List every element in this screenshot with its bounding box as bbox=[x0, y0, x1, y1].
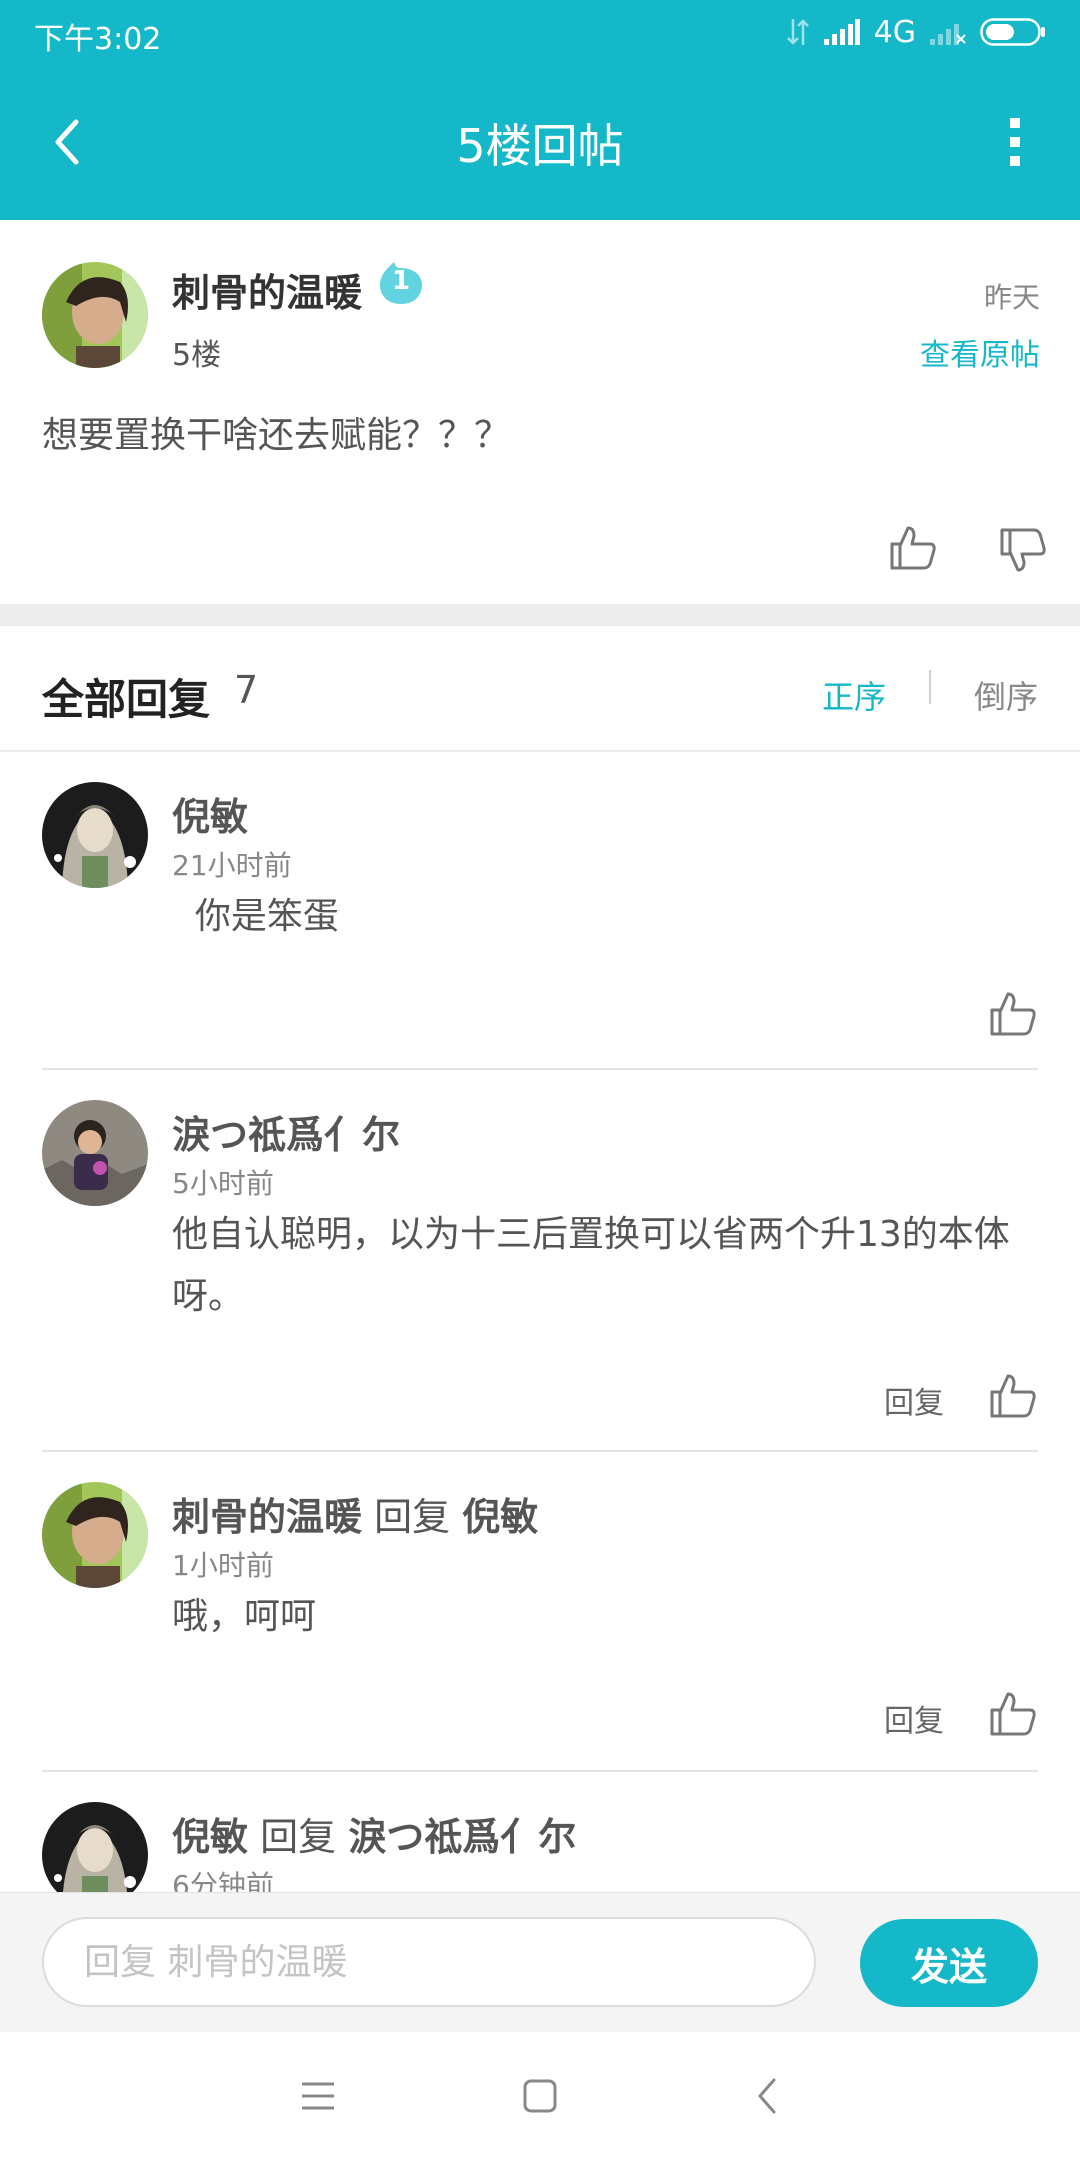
status-time: 下午3:02 bbox=[34, 22, 162, 57]
post-author-name[interactable]: 刺骨的温暖 bbox=[172, 262, 362, 317]
reply-item: 倪敏 21小时前 你是笨蛋 bbox=[0, 752, 1080, 1070]
level-number: 1 bbox=[391, 266, 411, 296]
thumbs-up-icon[interactable] bbox=[988, 1370, 1038, 1420]
reply-item: 倪敏 回复 淚つ祗爲亻尔 6分钟前 bbox=[0, 1772, 1080, 1892]
post-content: 想要置换干啥还去赋能？？？ bbox=[42, 415, 511, 456]
reply-button[interactable]: 回复 bbox=[884, 1378, 944, 1422]
data-transfer-icon bbox=[786, 19, 809, 45]
view-original-link[interactable]: 查看原帖 bbox=[920, 330, 1040, 374]
reply-author-avatar[interactable] bbox=[42, 1482, 148, 1588]
reply-item: 刺骨的温暖 回复 倪敏 1小时前 哦，呵呵 回复 bbox=[0, 1452, 1080, 1772]
reply-author-name[interactable]: 倪敏 bbox=[172, 786, 248, 841]
reply-author-avatar[interactable] bbox=[42, 1802, 148, 1892]
status-icons: 4G bbox=[786, 12, 1046, 52]
sort-divider bbox=[929, 670, 931, 704]
replies-count: 7 bbox=[234, 668, 259, 712]
replies-header: 全部回复 7 正序 倒序 bbox=[0, 626, 1080, 750]
reply-time: 1小时前 bbox=[172, 1549, 274, 1582]
post-floor: 5楼 bbox=[172, 338, 222, 373]
reply-author-name[interactable]: 淚つ祗爲亻尔 bbox=[172, 1104, 400, 1159]
reply-text: 你是笨蛋 bbox=[172, 896, 339, 937]
reply-author-name[interactable]: 倪敏 回复 淚つ祗爲亻尔 bbox=[172, 1806, 576, 1861]
back-icon[interactable] bbox=[738, 2066, 798, 2126]
replies-title: 全部回复 bbox=[42, 675, 211, 724]
thumbs-up-icon[interactable] bbox=[988, 988, 1038, 1038]
reply-author-avatar[interactable] bbox=[42, 1100, 148, 1206]
home-icon[interactable] bbox=[510, 2066, 570, 2126]
more-menu-icon[interactable] bbox=[990, 112, 1040, 172]
reply-composer: 发送 bbox=[0, 1892, 1080, 2033]
sort-ascending-button[interactable]: 正序 bbox=[822, 672, 886, 718]
thumbs-up-icon[interactable] bbox=[988, 1688, 1038, 1738]
page-title: 5楼回帖 bbox=[456, 119, 624, 173]
reply-input[interactable] bbox=[42, 1917, 816, 2007]
system-navigation-bar bbox=[0, 2032, 1080, 2160]
reply-time: 5小时前 bbox=[172, 1167, 274, 1200]
network-type: 4G bbox=[873, 14, 916, 50]
post-author-avatar[interactable] bbox=[42, 262, 148, 368]
signal-off-icon bbox=[930, 24, 966, 45]
thumbs-down-icon[interactable] bbox=[998, 526, 1048, 576]
original-post: 刺骨的温暖 1 5楼 昨天 查看原帖 想要置换干啥还去赋能？？？ bbox=[0, 220, 1080, 604]
section-separator bbox=[0, 604, 1080, 626]
signal-icon bbox=[823, 19, 860, 45]
reply-item: 淚つ祗爲亻尔 5小时前 他自认聪明，以为十三后置换可以省两个升13的本体呀。 回… bbox=[0, 1070, 1080, 1452]
reply-time: 6分钟前 bbox=[172, 1869, 274, 1892]
reply-text: 哦，呵呵 bbox=[172, 1596, 317, 1637]
menu-icon[interactable] bbox=[288, 2066, 348, 2126]
send-button[interactable]: 发送 bbox=[860, 1919, 1038, 2007]
reply-author-name[interactable]: 刺骨的温暖 回复 倪敏 bbox=[172, 1486, 538, 1541]
reply-text: 他自认聪明，以为十三后置换可以省两个升13的本体呀。 bbox=[172, 1214, 1010, 1317]
level-badge: 1 bbox=[378, 260, 424, 306]
battery-icon bbox=[980, 18, 1045, 46]
thumbs-up-icon[interactable] bbox=[888, 522, 938, 572]
post-time: 昨天 bbox=[983, 281, 1040, 314]
app-header: 下午3:02 4G 5楼回帖 bbox=[0, 0, 1080, 220]
reply-author-avatar[interactable] bbox=[42, 782, 148, 888]
reply-time: 21小时前 bbox=[172, 849, 292, 882]
reply-button[interactable]: 回复 bbox=[884, 1696, 944, 1740]
sort-descending-button[interactable]: 倒序 bbox=[974, 672, 1038, 718]
